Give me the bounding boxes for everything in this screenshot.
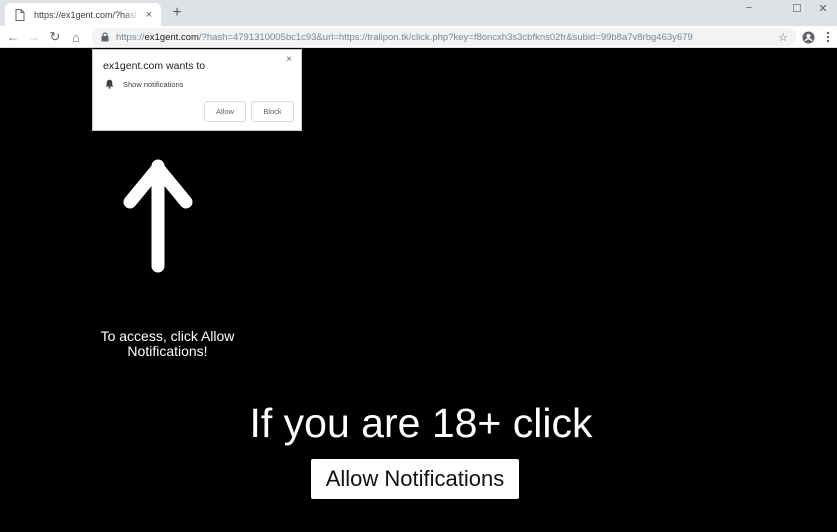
lock-icon[interactable] — [100, 32, 110, 42]
url-host: ex1gent.com — [144, 31, 199, 43]
tab-title: https://ex1gent.com/?hash=4791310005bc1c… — [34, 9, 139, 20]
url-scheme: https:// — [116, 31, 145, 43]
url-path: /?hash=4791310005bc1c93&url=https://tral… — [198, 31, 693, 43]
bell-icon — [104, 79, 114, 89]
reload-icon[interactable]: ↻ — [47, 29, 63, 45]
browser-titlebar: https://ex1gent.com/?hash=4791310005bc1c… — [0, 0, 837, 26]
popup-allow-button[interactable]: Allow — [204, 101, 246, 122]
back-icon[interactable]: ← — [5, 29, 21, 45]
permission-row: Show notifications — [104, 79, 183, 89]
browser-tab[interactable]: https://ex1gent.com/?hash=4791310005bc1c… — [5, 3, 161, 26]
notification-permission-popup: ex1gent.com wants to × Show notification… — [92, 49, 302, 131]
page-icon — [14, 8, 26, 21]
forward-icon[interactable]: → — [26, 29, 42, 45]
access-hint-text: To access, click Allow Notifications! — [100, 328, 235, 359]
up-arrow-icon — [123, 159, 193, 273]
new-tab-icon[interactable]: + — [169, 5, 185, 21]
address-url[interactable]: https://ex1gent.com/?hash=4791310005bc1c… — [116, 32, 693, 43]
home-icon[interactable]: ⌂ — [68, 29, 84, 45]
allow-notifications-button[interactable]: Allow Notifications — [311, 459, 519, 499]
popup-close-icon[interactable]: × — [283, 53, 295, 65]
address-bar[interactable]: https://ex1gent.com/?hash=4791310005bc1c… — [92, 28, 796, 46]
window-close-icon[interactable]: ✕ — [808, 0, 837, 16]
account-icon[interactable] — [800, 29, 816, 45]
kebab-menu-icon[interactable] — [822, 29, 834, 45]
popup-block-button[interactable]: Block — [251, 101, 294, 122]
age-headline: If you are 18+ click — [249, 400, 593, 446]
tab-close-icon[interactable]: × — [143, 9, 155, 21]
minimize-icon[interactable]: − — [729, 0, 769, 16]
bookmark-star-icon[interactable]: ☆ — [776, 30, 790, 44]
popup-heading: ex1gent.com wants to — [103, 60, 206, 72]
browser-toolbar: ← → ↻ ⌂ https://ex1gent.com/?hash=479131… — [0, 26, 837, 48]
permission-label: Show notifications — [123, 79, 184, 89]
